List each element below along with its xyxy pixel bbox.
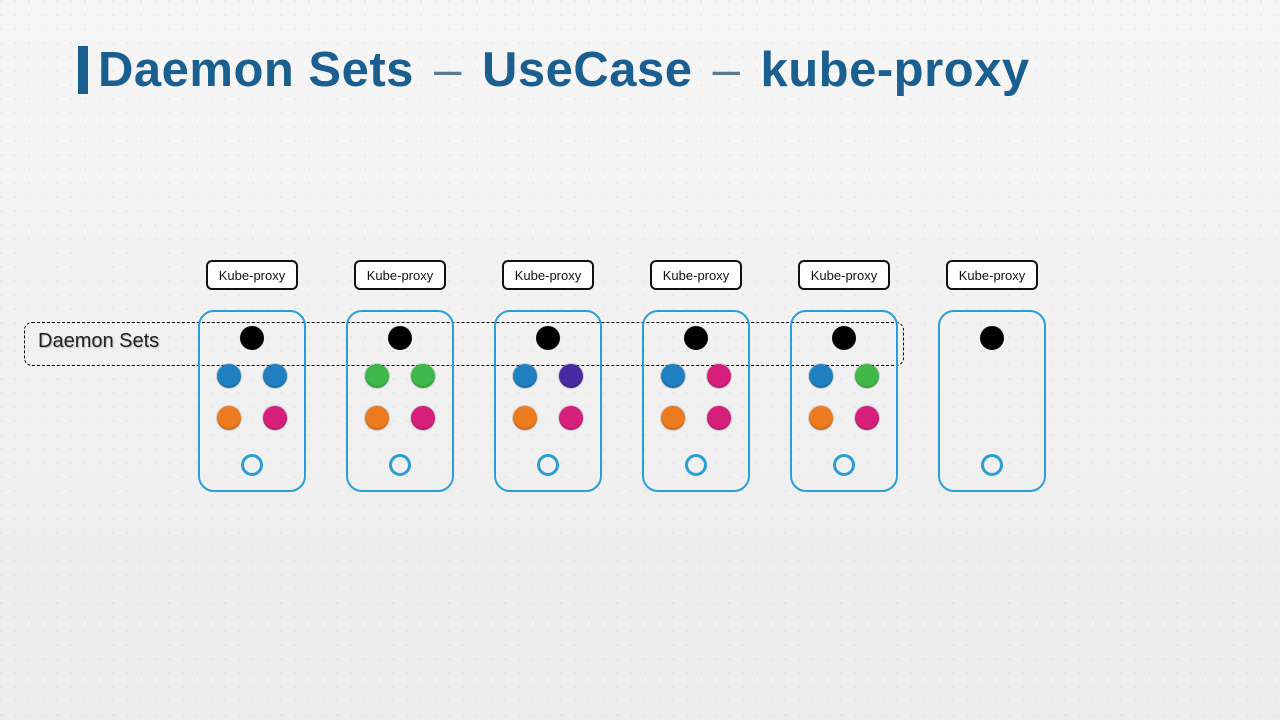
pod-icon (559, 406, 583, 430)
kube-proxy-label: Kube-proxy (798, 260, 890, 290)
pod-grid (809, 364, 879, 430)
node-box (790, 310, 898, 492)
pod-icon (661, 406, 685, 430)
node-box (494, 310, 602, 492)
title-dash-1: – (434, 43, 462, 97)
node-home-icon (833, 454, 855, 476)
pod-grid (513, 364, 583, 430)
pod-grid (661, 364, 731, 430)
pod-grid (217, 364, 287, 430)
nodes-row: Kube-proxy Kube-proxy Kube-proxy Kube-proxy… (198, 260, 1046, 492)
kube-proxy-label: Kube-proxy (354, 260, 446, 290)
pod-icon (661, 364, 685, 388)
node-home-icon (241, 454, 263, 476)
title-part-3: kube-proxy (761, 43, 1030, 97)
pod-icon (411, 406, 435, 430)
kube-proxy-label: Kube-proxy (206, 260, 298, 290)
slide-title: Daemon Sets – UseCase – kube-proxy (78, 42, 1030, 98)
node-column: Kube-proxy (938, 260, 1046, 492)
pod-icon (855, 406, 879, 430)
daemonset-pod-icon (536, 326, 560, 350)
pod-icon (365, 364, 389, 388)
title-part-2: UseCase (482, 43, 693, 97)
pod-icon (411, 364, 435, 388)
title-part-1: Daemon Sets (98, 43, 414, 97)
node-column: Kube-proxy (642, 260, 750, 492)
node-home-icon (389, 454, 411, 476)
pod-icon (513, 364, 537, 388)
pod-icon (809, 406, 833, 430)
daemonset-pod-icon (980, 326, 1004, 350)
pod-grid (365, 364, 435, 430)
node-home-icon (537, 454, 559, 476)
node-box (938, 310, 1046, 492)
node-column: Kube-proxy (198, 260, 306, 492)
title-dash-2: – (713, 43, 741, 97)
pod-icon (217, 364, 241, 388)
node-column: Kube-proxy (790, 260, 898, 492)
kube-proxy-label: Kube-proxy (650, 260, 742, 290)
node-column: Kube-proxy (494, 260, 602, 492)
pod-icon (707, 406, 731, 430)
pod-icon (559, 364, 583, 388)
node-box (346, 310, 454, 492)
daemonset-pod-icon (684, 326, 708, 350)
pod-icon (263, 364, 287, 388)
pod-icon (217, 406, 241, 430)
node-box (642, 310, 750, 492)
node-box (198, 310, 306, 492)
daemonset-pod-icon (832, 326, 856, 350)
kube-proxy-label: Kube-proxy (502, 260, 594, 290)
daemonset-span-label: Daemon Sets (38, 330, 159, 353)
node-column: Kube-proxy (346, 260, 454, 492)
pod-icon (365, 406, 389, 430)
pod-icon (513, 406, 537, 430)
diagram-stage: Daemon Sets Kube-proxyKube-proxyKube-pro… (0, 260, 1280, 520)
daemonset-pod-icon (240, 326, 264, 350)
node-home-icon (981, 454, 1003, 476)
kube-proxy-label: Kube-proxy (946, 260, 1038, 290)
daemonset-pod-icon (388, 326, 412, 350)
pod-icon (855, 364, 879, 388)
pod-icon (809, 364, 833, 388)
node-home-icon (685, 454, 707, 476)
title-accent-bar (78, 46, 88, 94)
pod-icon (263, 406, 287, 430)
pod-icon (707, 364, 731, 388)
